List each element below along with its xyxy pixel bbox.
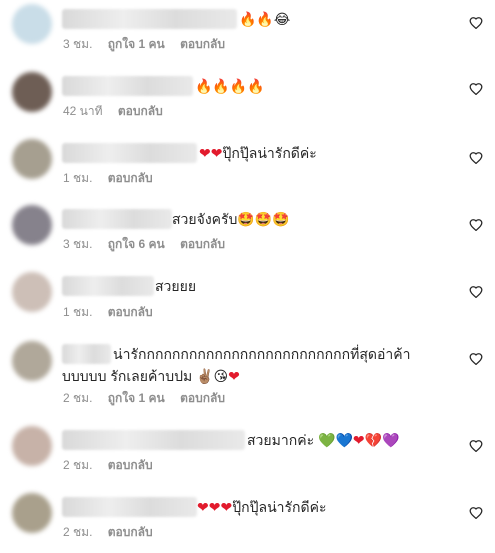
- reply-button[interactable]: ตอบกลับ: [108, 524, 153, 540]
- avatar[interactable]: [12, 341, 52, 381]
- comment-likes-count[interactable]: ถูกใจ 1 คน: [108, 390, 165, 406]
- like-heart-icon[interactable]: [469, 285, 485, 301]
- comment-time: 2 ชม.: [63, 391, 93, 405]
- comment-meta: 3 ชม. ถูกใจ 6 คน ตอบกลับ: [63, 236, 237, 252]
- avatar[interactable]: [12, 4, 52, 44]
- comment-meta: 3 ชม. ถูกใจ 1 คน ตอบกลับ: [63, 36, 237, 52]
- like-heart-icon[interactable]: [469, 16, 485, 32]
- like-heart-icon[interactable]: [469, 151, 485, 167]
- avatar[interactable]: [12, 272, 52, 312]
- reply-button[interactable]: ตอบกลับ: [108, 170, 153, 186]
- avatar[interactable]: [12, 426, 52, 466]
- comment-meta: 2 ชม. ตอบกลับ: [63, 457, 165, 473]
- like-heart-icon[interactable]: [469, 439, 485, 455]
- comment-meta: 42 นาที ตอบกลับ: [63, 103, 175, 119]
- reply-button[interactable]: ตอบกลับ: [180, 36, 225, 52]
- like-heart-icon[interactable]: [469, 352, 485, 368]
- avatar[interactable]: [12, 205, 52, 245]
- comment-text: ❤❤ปุ๊กปุ๊ลน่ารักดีค่ะ: [199, 145, 317, 161]
- comment-text: 🔥🔥😂: [239, 11, 291, 27]
- comment-meta: 2 ชม. ถูกใจ 1 คน ตอบกลับ: [63, 390, 237, 406]
- comment-text: สวยจังครับ🤩🤩🤩: [172, 211, 290, 227]
- avatar[interactable]: [12, 139, 52, 179]
- comment-text: 🔥🔥🔥🔥: [195, 78, 265, 94]
- comment-time: 42 นาที: [63, 104, 103, 118]
- reply-button[interactable]: ตอบกลับ: [108, 304, 153, 320]
- comment-text: ❤❤❤ปุ๊กปุ๊ลน่ารักดีค่ะ: [197, 499, 327, 515]
- comment-meta: 2 ชม. ตอบกลับ: [63, 524, 165, 540]
- comment-time: 1 ชม.: [63, 171, 93, 185]
- comment-time: 2 ชม.: [63, 525, 93, 539]
- comment-likes-count[interactable]: ถูกใจ 6 คน: [108, 236, 165, 252]
- comment-text: สวยยย: [155, 278, 197, 294]
- like-heart-icon[interactable]: [469, 82, 485, 98]
- reply-button[interactable]: ตอบกลับ: [180, 390, 225, 406]
- like-heart-icon[interactable]: [469, 506, 485, 522]
- comment-time: 3 ชม.: [63, 37, 93, 51]
- comment-time: 2 ชม.: [63, 458, 93, 472]
- comment-meta: 1 ชม. ตอบกลับ: [63, 304, 165, 320]
- reply-button[interactable]: ตอบกลับ: [118, 103, 163, 119]
- comment-text: น่ารักกกกกกกกกกกกกกกกกกกกกกกกกที่สุดอ่าค…: [62, 346, 411, 384]
- avatar[interactable]: [12, 493, 52, 533]
- reply-button[interactable]: ตอบกลับ: [108, 457, 153, 473]
- comment-likes-count[interactable]: ถูกใจ 1 คน: [108, 36, 165, 52]
- comment-time: 1 ชม.: [63, 305, 93, 319]
- like-heart-icon[interactable]: [469, 218, 485, 234]
- avatar[interactable]: [12, 72, 52, 112]
- comment-time: 3 ชม.: [63, 237, 93, 251]
- comment-meta: 1 ชม. ตอบกลับ: [63, 170, 165, 186]
- comment-text: สวยมากค่ะ 💚💙❤💔💜: [247, 432, 400, 448]
- reply-button[interactable]: ตอบกลับ: [180, 236, 225, 252]
